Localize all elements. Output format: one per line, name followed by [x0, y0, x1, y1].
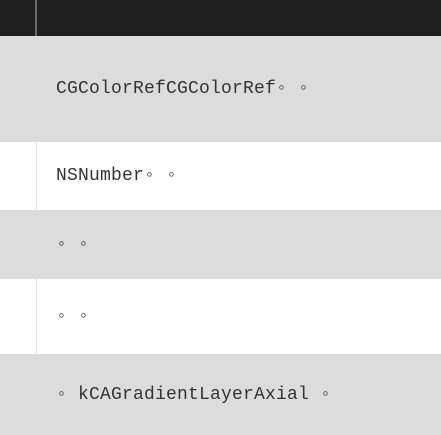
header-index-column	[0, 0, 37, 36]
row-text: ◦ ◦	[56, 306, 90, 327]
table-row: CGColorRefCGColorRef◦ ◦	[0, 36, 441, 142]
row-text: NSNumber◦ ◦	[56, 166, 178, 186]
table-row: ◦ ◦	[0, 210, 441, 279]
table-header	[0, 0, 441, 36]
row-text: ◦ ◦	[56, 234, 90, 255]
property-table: CGColorRefCGColorRef◦ ◦ NSNumber◦ ◦ ◦ ◦ …	[0, 0, 441, 435]
table-row: ◦ kCAGradientLayerAxial ◦	[0, 354, 441, 435]
table-row: ◦ ◦	[0, 279, 441, 354]
row-text: CGColorRefCGColorRef◦ ◦	[56, 79, 310, 99]
column-divider	[36, 279, 37, 354]
table-row: NSNumber◦ ◦	[0, 142, 441, 210]
column-divider	[36, 142, 37, 210]
row-text: ◦ kCAGradientLayerAxial ◦	[56, 384, 332, 405]
